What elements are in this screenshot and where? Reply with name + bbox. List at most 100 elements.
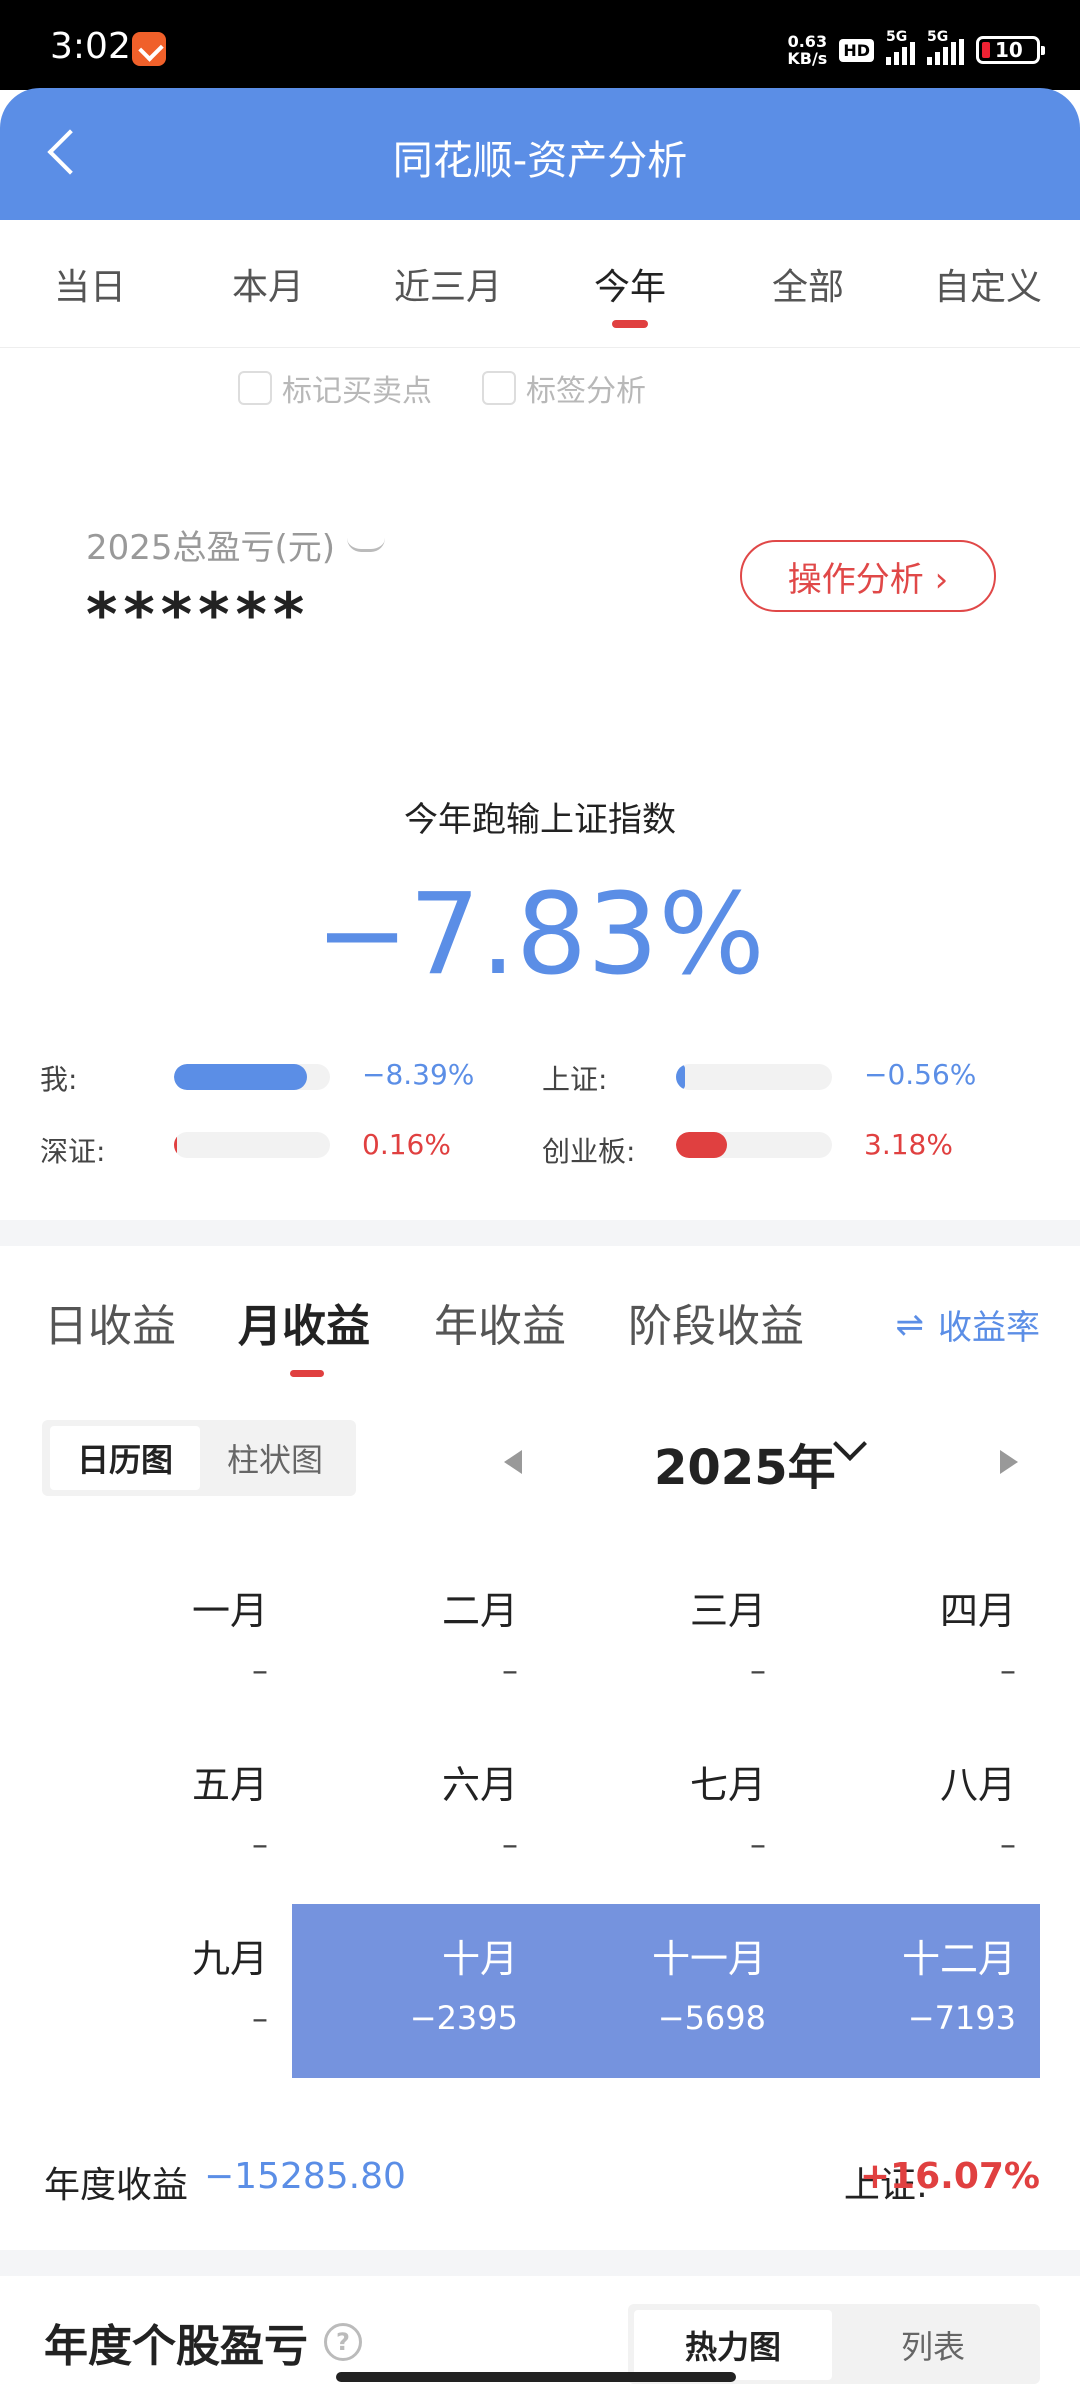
month-name: 十二月 [901, 1937, 1016, 1981]
active-return-tab-indicator [290, 1370, 324, 1377]
compare-bar-me [174, 1064, 330, 1090]
period-tabs: 当日 本月 近三月 今年 全部 自定义 [0, 220, 1080, 348]
hd-voice-icon: HD [839, 38, 874, 62]
month-name: 三月 [689, 1589, 766, 1633]
checkbox-icon[interactable] [238, 371, 272, 405]
status-bar: 3:02 0.63 KB/s HD 5G 5G 10 [0, 0, 1080, 90]
battery-fill [982, 42, 990, 58]
month-name: 四月 [939, 1589, 1016, 1633]
stock-pnl-title: 年度个股盈亏 ? [44, 2310, 362, 2374]
battery-icon: 10 [976, 36, 1045, 64]
notification-app-icon [132, 32, 166, 66]
compare-bar-sh [676, 1064, 832, 1090]
chevron-down-icon[interactable] [833, 1427, 867, 1461]
month-name: 九月 [191, 1937, 268, 1981]
compare-value-sh: −0.56% [864, 1058, 977, 1091]
tab-stage-return[interactable]: 阶段收益 [628, 1290, 804, 1354]
month-name: 十月 [441, 1937, 518, 1981]
month-cell[interactable]: 十二月 −7193 [766, 1928, 1016, 2037]
active-tab-indicator [612, 320, 648, 328]
month-cell[interactable]: 七月 – [516, 1754, 766, 1863]
network-speed: 0.63 KB/s [787, 32, 828, 68]
month-name: 二月 [441, 1589, 518, 1633]
compare-bar-cyb [676, 1132, 832, 1158]
benchmark-title: 今年跑输上证指数 [404, 800, 676, 840]
tab-this-year[interactable]: 今年 [560, 258, 700, 310]
heatmap-button[interactable]: 热力图 [634, 2310, 832, 2380]
month-name: 五月 [191, 1763, 268, 1807]
month-name: 十一月 [651, 1937, 766, 1981]
total-pnl-label: 2025总盈亏(元) [86, 520, 386, 569]
compare-label-sh: 上证: [542, 1063, 608, 1096]
previous-year-icon[interactable] [504, 1450, 522, 1474]
month-value: – [1000, 1825, 1016, 1863]
section-divider-2 [0, 2250, 1080, 2276]
tag-analysis-checkbox[interactable]: 标签分析 [482, 366, 646, 410]
compare-bar-sz [174, 1132, 330, 1158]
next-year-icon[interactable] [1000, 1450, 1018, 1474]
view-toggle: 日历图 柱状图 [42, 1420, 356, 1496]
month-cell[interactable]: 八月 – [766, 1754, 1016, 1863]
operation-analysis-button[interactable]: 操作分析 › [740, 540, 996, 612]
signal-icon: 5G [886, 29, 915, 65]
compare-label-cyb: 创业板: [542, 1135, 636, 1168]
month-value: – [502, 1651, 518, 1689]
month-value: – [750, 1825, 766, 1863]
calendar-view-button[interactable]: 日历图 [50, 1426, 200, 1490]
help-icon[interactable]: ? [324, 2323, 362, 2361]
month-cell[interactable]: 十一月 −5698 [516, 1928, 766, 2037]
return-rate-toggle[interactable]: ⇌ 收益率 [896, 1300, 1041, 1349]
tab-daily-return[interactable]: 日收益 [44, 1290, 176, 1354]
sh-index-value: +16.07% [859, 2156, 1040, 2197]
tab-yearly-return[interactable]: 年收益 [434, 1290, 566, 1354]
section-divider [0, 1220, 1080, 1246]
month-value: −7193 [907, 1999, 1016, 2037]
annual-return-label: 年度收益 [44, 2165, 189, 2206]
month-cell[interactable]: 三月 – [516, 1580, 766, 1689]
month-cell[interactable]: 十月 −2395 [268, 1928, 518, 2037]
month-name: 一月 [191, 1589, 268, 1633]
month-name: 八月 [939, 1763, 1016, 1807]
compare-label-sz: 深证: [40, 1135, 106, 1168]
annual-return-value: −15285.80 [204, 2156, 406, 2197]
bar-view-button[interactable]: 柱状图 [200, 1426, 350, 1490]
tab-all[interactable]: 全部 [738, 258, 878, 310]
month-value: −2395 [409, 1999, 518, 2037]
bar-fill [174, 1132, 178, 1158]
month-value: −5698 [657, 1999, 766, 2037]
bar-fill [676, 1064, 686, 1090]
year-label[interactable]: 2025年 [654, 1428, 836, 1498]
swap-icon: ⇌ [895, 1304, 925, 1345]
benchmark-value: −7.83% [315, 870, 765, 1000]
month-value: – [252, 1651, 268, 1689]
total-pnl-value: ****** [86, 580, 311, 650]
month-cell[interactable]: 六月 – [268, 1754, 518, 1863]
checkbox-icon[interactable] [482, 371, 516, 405]
tab-three-months[interactable]: 近三月 [378, 258, 518, 310]
home-indicator[interactable] [336, 2372, 736, 2382]
month-value: – [1000, 1651, 1016, 1689]
month-cell[interactable]: 四月 – [766, 1580, 1016, 1689]
month-cell[interactable]: 九月 – [18, 1928, 268, 2037]
bar-fill [174, 1064, 307, 1090]
page-title: 同花顺-资产分析 [392, 138, 688, 184]
month-cell[interactable]: 五月 – [18, 1754, 268, 1863]
list-button[interactable]: 列表 [834, 2310, 1032, 2380]
chart-options: 标记买卖点 标签分析 [238, 366, 646, 410]
status-time: 3:02 [50, 26, 131, 67]
mark-trades-checkbox[interactable]: 标记买卖点 [238, 366, 432, 410]
tab-monthly-return[interactable]: 月收益 [238, 1290, 370, 1354]
hidden-eye-icon[interactable] [347, 538, 386, 552]
month-name: 六月 [441, 1763, 518, 1807]
month-value: – [252, 1825, 268, 1863]
battery-level: 10 [995, 38, 1023, 62]
status-indicators: 0.63 KB/s HD 5G 5G 10 [787, 29, 1045, 70]
signal-icon-2: 5G [927, 29, 964, 65]
month-cell[interactable]: 一月 – [18, 1580, 268, 1689]
bar-fill [676, 1132, 728, 1158]
tab-today[interactable]: 当日 [20, 258, 160, 310]
tab-custom[interactable]: 自定义 [918, 258, 1058, 310]
month-cell[interactable]: 二月 – [268, 1580, 518, 1689]
app-header: 同花顺-资产分析 [0, 88, 1080, 220]
tab-this-month[interactable]: 本月 [198, 258, 338, 310]
